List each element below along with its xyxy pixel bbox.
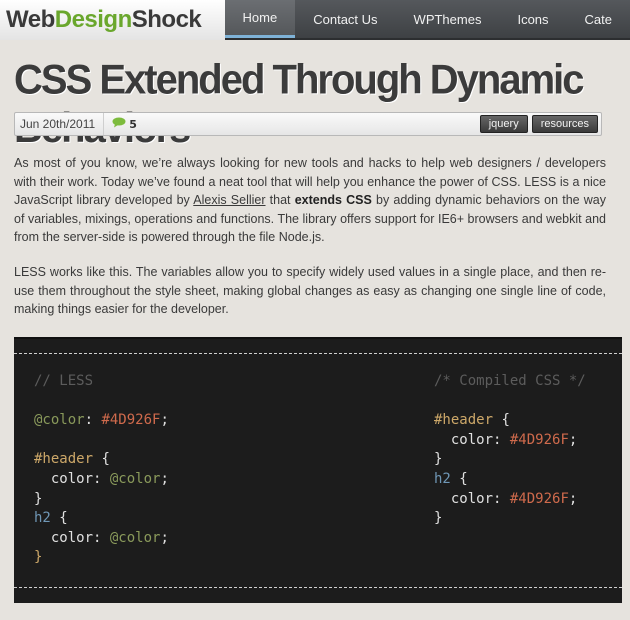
speech-bubble-icon[interactable] bbox=[112, 117, 126, 131]
css-value-2: #4D926F bbox=[509, 490, 569, 507]
css-header-selector: #header bbox=[434, 412, 494, 429]
less-var-ref-2: @color bbox=[109, 529, 161, 546]
nav-item-icons[interactable]: Icons bbox=[499, 0, 566, 38]
site-logo[interactable]: Web Design Shock bbox=[0, 0, 225, 40]
top-navigation-bar: Web Design Shock Home Contact Us WPThemes … bbox=[0, 0, 630, 40]
tag-resources[interactable]: resources bbox=[531, 115, 598, 133]
extends-css-emphasis: extends CSS bbox=[294, 193, 372, 207]
less-header-selector: #header bbox=[34, 451, 94, 468]
post-tags: jquery resources bbox=[479, 115, 598, 133]
intro-text-b: that bbox=[265, 193, 295, 207]
css-h2-selector: h2 bbox=[434, 470, 451, 487]
logo-text-design: Design bbox=[54, 6, 133, 33]
post-title[interactable]: CSS Extended Through Dynamic Behaviors bbox=[14, 56, 624, 153]
less-value: #4D926F bbox=[101, 412, 161, 429]
code-divider-bottom bbox=[14, 587, 622, 588]
comment-count[interactable]: 5 bbox=[129, 118, 137, 131]
nav-item-contact-us[interactable]: Contact Us bbox=[295, 0, 395, 38]
less-prop-1: color bbox=[50, 470, 94, 487]
less-code-column: // LESS @color: #4D926F; #header { color… bbox=[34, 373, 169, 566]
nav-item-categories[interactable]: Cate bbox=[567, 0, 630, 38]
post-date: Jun 20th/2011 bbox=[20, 117, 96, 131]
css-prop-1: color bbox=[450, 431, 494, 448]
css-comment: /* Compiled CSS */ bbox=[434, 373, 586, 389]
author-link[interactable]: Alexis Sellier bbox=[193, 193, 265, 207]
less-var-ref-1: @color bbox=[109, 470, 161, 487]
intro-paragraph: As most of you know, we’re always lookin… bbox=[14, 154, 606, 247]
logo-text-shock: Shock bbox=[131, 6, 202, 33]
post-meta-bar: Jun 20th/2011 5 jquery resources bbox=[14, 112, 602, 136]
logo-text-web: Web bbox=[6, 6, 55, 33]
less-prop-2: color bbox=[50, 529, 94, 546]
compiled-css-column: /* Compiled CSS */ #header { color: #4D9… bbox=[434, 373, 586, 527]
css-value-1: #4D926F bbox=[509, 431, 569, 448]
main-menu: Home Contact Us WPThemes Icons Cate bbox=[224, 0, 630, 38]
meta-divider bbox=[103, 113, 105, 135]
tag-jquery[interactable]: jquery bbox=[479, 115, 528, 133]
less-var: @color bbox=[34, 412, 85, 429]
nav-item-home[interactable]: Home bbox=[224, 0, 296, 38]
css-prop-2: color bbox=[450, 490, 494, 507]
code-example-block: // LESS @color: #4D926F; #header { color… bbox=[14, 337, 622, 603]
code-divider-top bbox=[14, 353, 622, 354]
less-h2-selector: h2 bbox=[34, 510, 51, 527]
nav-item-wpthemes[interactable]: WPThemes bbox=[396, 0, 500, 38]
less-explanation-paragraph: LESS works like this. The variables allo… bbox=[14, 265, 606, 316]
less-comment: // LESS bbox=[34, 373, 94, 389]
